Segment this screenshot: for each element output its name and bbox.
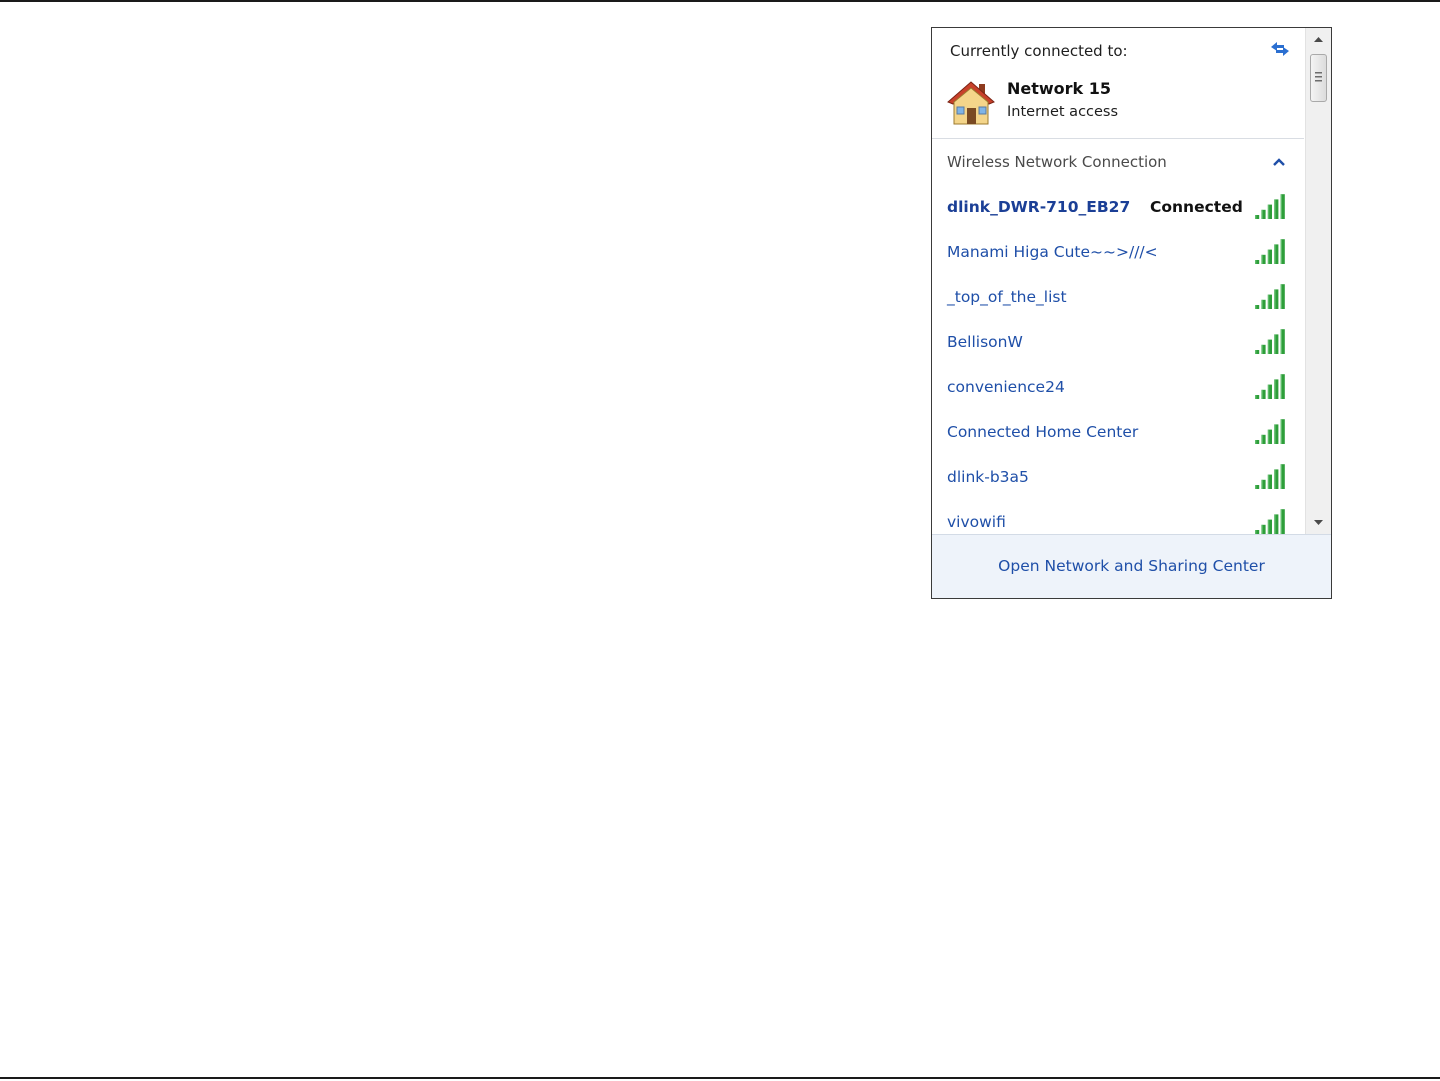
flyout-footer: Open Network and Sharing Center: [932, 534, 1331, 598]
current-network-name: Network 15: [1007, 79, 1112, 98]
network-list-item[interactable]: Manami Higa Cute~~>///<: [932, 231, 1304, 276]
network-ssid: Manami Higa Cute~~>///<: [947, 243, 1158, 261]
network-ssid: convenience24: [947, 378, 1065, 396]
home-network-icon: [947, 81, 995, 125]
signal-strength-icon: [1255, 509, 1285, 534]
scroll-up-arrow-icon[interactable]: [1306, 30, 1331, 50]
current-network-status: Internet access: [1007, 104, 1119, 120]
signal-strength-icon: [1255, 284, 1285, 309]
signal-strength-icon: [1255, 239, 1285, 264]
refresh-icon[interactable]: [1268, 38, 1292, 60]
page: Currently connected to: Network 15 Inter…: [0, 0, 1440, 1081]
network-ssid: dlink_DWR-710_EB27: [947, 198, 1131, 216]
network-list-item[interactable]: _top_of_the_list: [932, 276, 1304, 321]
flyout-content: Currently connected to: Network 15 Inter…: [932, 28, 1304, 534]
signal-strength-icon: [1255, 374, 1285, 399]
currently-connected-label: Currently connected to:: [950, 42, 1128, 60]
network-ssid: BellisonW: [947, 333, 1023, 351]
open-network-sharing-center-link[interactable]: Open Network and Sharing Center: [932, 557, 1331, 575]
network-flyout: Currently connected to: Network 15 Inter…: [931, 27, 1332, 599]
signal-strength-icon: [1255, 329, 1285, 354]
grip-icon: [1315, 72, 1322, 82]
network-list-item[interactable]: vivowifi: [932, 501, 1304, 534]
connection-state: Connected: [1150, 198, 1243, 216]
chevron-up-icon[interactable]: [1273, 158, 1285, 167]
network-list-item[interactable]: dlink-b3a5: [932, 456, 1304, 501]
wireless-section-title: Wireless Network Connection: [947, 153, 1167, 171]
scroll-down-arrow-icon[interactable]: [1306, 512, 1331, 532]
network-ssid: dlink-b3a5: [947, 468, 1029, 486]
top-rule: [0, 0, 1440, 2]
bottom-rule: [0, 1077, 1440, 1079]
network-ssid: vivowifi: [947, 513, 1006, 531]
network-list-item[interactable]: dlink_DWR-710_EB27 Connected: [932, 186, 1304, 231]
signal-strength-icon: [1255, 464, 1285, 489]
network-list-item[interactable]: convenience24: [932, 366, 1304, 411]
network-ssid: _top_of_the_list: [947, 288, 1067, 306]
scroll-thumb[interactable]: [1310, 54, 1327, 102]
network-ssid: Connected Home Center: [947, 423, 1139, 441]
divider: [932, 138, 1304, 139]
scrollbar[interactable]: [1305, 28, 1331, 534]
wireless-network-list: dlink_DWR-710_EB27 Connected Manami Higa C…: [932, 186, 1304, 534]
network-list-item[interactable]: BellisonW: [932, 321, 1304, 366]
signal-strength-icon: [1255, 419, 1285, 444]
signal-strength-icon: [1255, 194, 1285, 219]
network-list-item[interactable]: Connected Home Center: [932, 411, 1304, 456]
